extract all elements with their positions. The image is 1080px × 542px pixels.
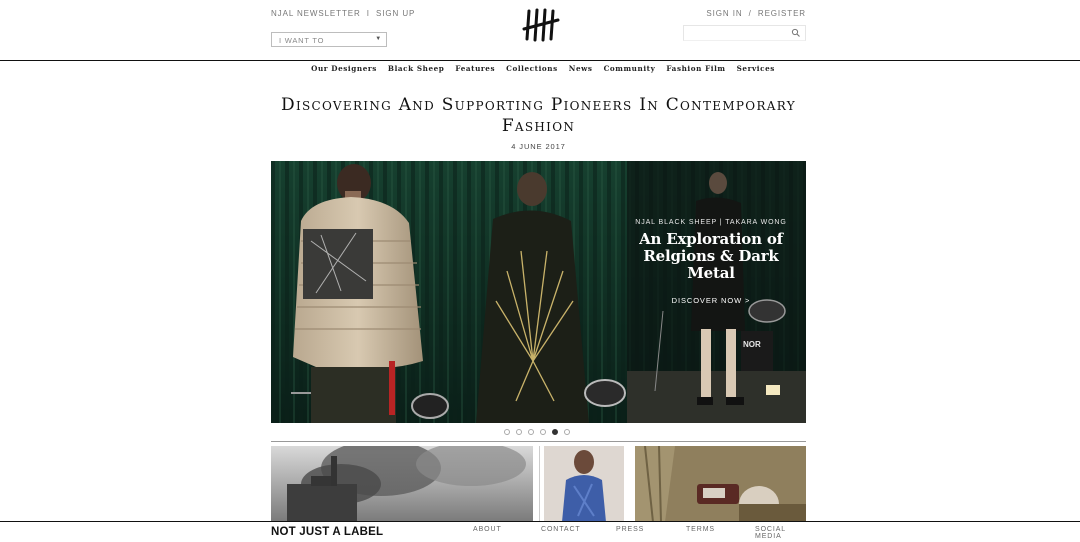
- i-want-to-value: I WANT TO: [279, 36, 325, 45]
- nav-item-community[interactable]: Community: [604, 64, 656, 76]
- slider-dot[interactable]: [504, 429, 510, 435]
- site-header: NJAL NEWSLETTER I SIGN UP I WANT TO ▼ SI…: [0, 0, 1080, 61]
- section-divider: [271, 441, 806, 442]
- slider-dot[interactable]: [540, 429, 546, 435]
- footer-link-social-media[interactable]: SOCIAL MEDIA: [755, 526, 795, 540]
- site-footer: NOT JUST A LABEL ABOUT CONTACT PRESS TER…: [0, 521, 1080, 542]
- newsletter-links: NJAL NEWSLETTER I SIGN UP: [271, 9, 415, 18]
- slider-dot[interactable]: [552, 429, 558, 435]
- footer-brand-logo[interactable]: NOT JUST A LABEL: [271, 526, 383, 538]
- register-link[interactable]: REGISTER: [758, 9, 806, 18]
- newsletter-separator: I: [366, 9, 370, 18]
- slider-dot[interactable]: [528, 429, 534, 435]
- nav-item-features[interactable]: Features: [455, 64, 495, 76]
- discover-now-button[interactable]: DISCOVER NOW >: [672, 296, 751, 305]
- main-nav: Our Designers Black Sheep Features Colle…: [0, 64, 1080, 76]
- footer-link-press[interactable]: PRESS: [616, 526, 644, 533]
- header-divider: [0, 60, 1080, 61]
- search-input[interactable]: [683, 25, 806, 41]
- chevron-down-icon: ▼: [375, 36, 382, 42]
- tile-image-portrait: [544, 446, 624, 522]
- i-want-to-select[interactable]: I WANT TO ▼: [271, 32, 387, 47]
- nav-item-services[interactable]: Services: [737, 64, 775, 76]
- kick-drum-text: NOR: [743, 340, 761, 349]
- nav-item-fashion-film[interactable]: Fashion Film: [666, 64, 725, 76]
- nav-item-black-sheep[interactable]: Black Sheep: [388, 64, 445, 76]
- slider-dots: [504, 429, 570, 435]
- auth-separator: /: [748, 9, 752, 18]
- feature-tile-industrial[interactable]: [271, 446, 533, 522]
- footer-link-terms[interactable]: TERMS: [686, 526, 715, 533]
- tile-image-smokestack: [271, 446, 533, 522]
- nav-item-news[interactable]: News: [569, 64, 593, 76]
- footer-link-about[interactable]: ABOUT: [473, 526, 502, 533]
- tile-divider: [539, 446, 540, 522]
- page-title: Discovering And Supporting Pioneers In C…: [281, 95, 796, 136]
- search-icon[interactable]: [791, 28, 801, 38]
- signup-link[interactable]: SIGN UP: [376, 9, 415, 18]
- hero-title[interactable]: An Exploration of Relgions & Dark Metal: [626, 231, 796, 282]
- newsletter-link[interactable]: NJAL NEWSLETTER: [271, 9, 361, 18]
- nav-item-collections[interactable]: Collections: [506, 64, 558, 76]
- footer-divider: [0, 521, 1080, 522]
- auth-links: SIGN IN / REGISTER: [706, 9, 806, 18]
- feature-tile-still-life[interactable]: [635, 446, 806, 522]
- slider-dot[interactable]: [516, 429, 522, 435]
- hero-kicker: NJAL BLACK SHEEP | TAKARA WONG: [635, 219, 787, 226]
- hero-caption: NJAL BLACK SHEEP | TAKARA WONG An Explor…: [626, 219, 796, 308]
- signin-link[interactable]: SIGN IN: [706, 9, 742, 18]
- nav-item-our-designers[interactable]: Our Designers: [311, 64, 377, 76]
- njal-logo[interactable]: [522, 7, 560, 43]
- footer-link-contact[interactable]: CONTACT: [541, 526, 581, 533]
- publish-date: 4 JUNE 2017: [511, 142, 566, 151]
- tile-image-still-life: [635, 446, 806, 522]
- slider-dot[interactable]: [564, 429, 570, 435]
- feature-tile-portrait[interactable]: [544, 446, 624, 522]
- hero-slide[interactable]: NOR NJAL BLACK SHEEP | TAKARA WONG An Ex…: [271, 161, 806, 423]
